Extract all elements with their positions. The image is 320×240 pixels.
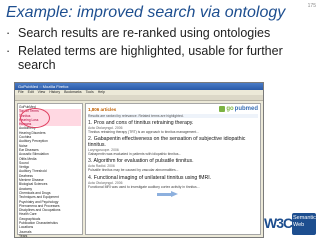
window-title: GoPubMed :: Mozilla Firefox bbox=[15, 83, 263, 90]
bullet-list: · Search results are re-ranked using ont… bbox=[6, 26, 306, 76]
result-item: 1. Pros and cons of tinnitus retraining … bbox=[88, 120, 258, 134]
menu-bookmarks[interactable]: Bookmarks bbox=[64, 90, 82, 95]
result-item: 3. Algorithm for evaluation of pulsatile… bbox=[88, 158, 258, 172]
bullet-dot: · bbox=[6, 26, 11, 40]
semantic-web-label-1: Semantic bbox=[293, 215, 316, 221]
menu-history[interactable]: History bbox=[49, 90, 60, 95]
menu-tools[interactable]: Tools bbox=[86, 90, 94, 95]
bullet-text: Related terms are highlighted, usable fo… bbox=[18, 44, 283, 72]
w3c-logo-mark: W3C bbox=[264, 215, 293, 231]
gopubmed-logo-pubmed: pubmed bbox=[234, 106, 258, 112]
results-panel: 1,806 articles go pubmed Results are rank… bbox=[85, 103, 261, 235]
embedded-screenshot: GoPubMed :: Mozilla Firefox File Edit Vi… bbox=[14, 82, 264, 238]
result-item: 2. Gabapentin effectiveness on the sensa… bbox=[88, 136, 258, 156]
results-hint: Results are ranked by relevance. Related… bbox=[88, 114, 258, 118]
gopubmed-logo-icon bbox=[219, 106, 226, 112]
bullet-item: · Related terms are highlighted, usable … bbox=[6, 44, 306, 72]
gopubmed-logo: go pubmed bbox=[219, 106, 258, 112]
results-header: 1,806 articles go pubmed bbox=[88, 106, 258, 112]
slide-number: 175 bbox=[307, 3, 316, 9]
results-count: 1,806 articles bbox=[88, 106, 117, 112]
result-title-text: Functional imaging of unilateral tinnitu… bbox=[93, 174, 212, 181]
result-snippet: Pulsatile tinnitus may be caused by vasc… bbox=[88, 168, 179, 173]
result-number: 4. bbox=[88, 174, 93, 181]
result-snippet: Gabapentin was evaluated in patients wit… bbox=[88, 152, 182, 157]
w3c-semantic-web-logo: W3C Semantic Web bbox=[264, 209, 316, 237]
result-title-text: Gabapentin effectiveness on the sensatio… bbox=[88, 136, 246, 149]
semantic-web-badge: Semantic Web bbox=[292, 213, 316, 235]
menu-help[interactable]: Help bbox=[98, 90, 105, 95]
browser-toolbar bbox=[15, 95, 263, 101]
slide-title: Example: improved search via ontology bbox=[6, 4, 286, 21]
bullet-text: Search results are re-ranked using ontol… bbox=[18, 26, 271, 40]
bullet-item: · Search results are re-ranked using ont… bbox=[6, 26, 306, 40]
result-snippet: Tinnitus retraining therapy (TRT) is an … bbox=[88, 130, 200, 134]
menu-file[interactable]: File bbox=[18, 90, 24, 95]
semantic-web-label-2: Web bbox=[293, 221, 305, 228]
result-item: 4. Functional imaging of unilateral tinn… bbox=[88, 175, 258, 189]
arrow-icon bbox=[157, 191, 179, 198]
gopubmed-logo-go: go bbox=[226, 106, 234, 112]
menu-view[interactable]: View bbox=[38, 90, 46, 95]
result-title-link[interactable]: 2. Gabapentin effectiveness on the sensa… bbox=[88, 136, 258, 148]
bullet-dot: · bbox=[6, 44, 11, 58]
highlight-oval bbox=[20, 108, 50, 128]
ontology-tree: GoPubMed Top 10 Terms Tinnitus Hearing Loss… bbox=[17, 103, 83, 237]
menu-edit[interactable]: Edit bbox=[28, 90, 34, 95]
result-snippet: Functional MRI was used to investigate a… bbox=[88, 184, 200, 189]
tree-item[interactable]: Years bbox=[19, 234, 81, 237]
